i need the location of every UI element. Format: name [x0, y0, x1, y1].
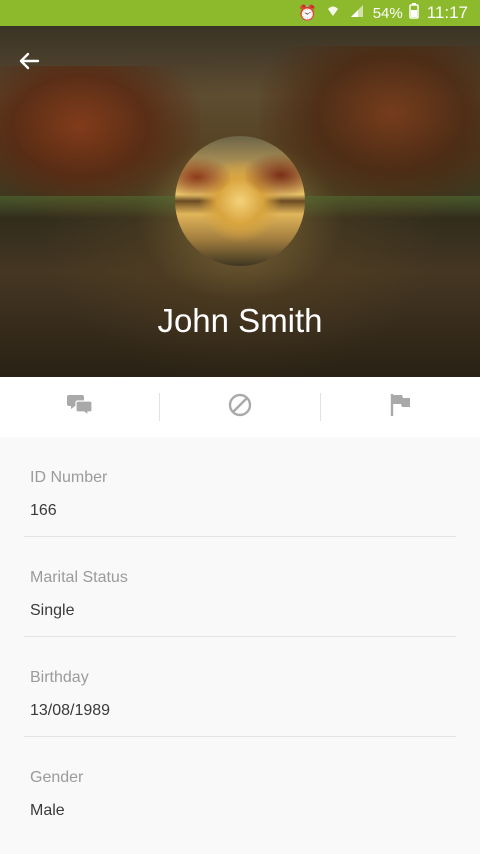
action-bar — [0, 377, 480, 437]
battery-percent: 54% — [372, 4, 403, 22]
avatar — [175, 136, 305, 266]
profile-header: John Smith — [0, 26, 480, 377]
field-label: Birthday — [30, 669, 89, 686]
block-button[interactable] — [160, 377, 319, 437]
field-value: Male — [30, 802, 65, 819]
battery-icon — [408, 2, 419, 24]
field-label: Marital Status — [30, 569, 128, 586]
field-value: Single — [30, 602, 75, 619]
status-bar: ⏰ 54% 11:17 — [0, 0, 480, 26]
alarm-icon: ⏰ — [298, 5, 317, 22]
chat-bubbles-icon — [66, 392, 94, 423]
field-gender: Gender Male — [24, 737, 456, 836]
field-birthday: Birthday 13/08/1989 — [24, 637, 456, 737]
report-button[interactable] — [321, 377, 480, 437]
block-icon — [227, 392, 253, 423]
chat-button[interactable] — [0, 377, 159, 437]
field-label: Gender — [30, 769, 84, 786]
signal-icon — [349, 3, 365, 23]
field-value: 13/08/1989 — [30, 702, 111, 719]
flag-icon — [388, 392, 412, 423]
status-clock: 11:17 — [426, 3, 468, 22]
field-id-number: ID Number 166 — [24, 437, 456, 537]
profile-name: John Smith — [157, 302, 323, 339]
wifi-icon — [325, 3, 341, 23]
field-label: ID Number — [30, 469, 108, 486]
back-arrow-icon[interactable] — [16, 50, 42, 76]
cover-photo-trees-left — [0, 66, 200, 216]
field-marital-status: Marital Status Single — [24, 537, 456, 637]
field-value: 166 — [30, 502, 57, 519]
profile-details: ID Number 166 Marital Status Single Birt… — [0, 437, 480, 836]
